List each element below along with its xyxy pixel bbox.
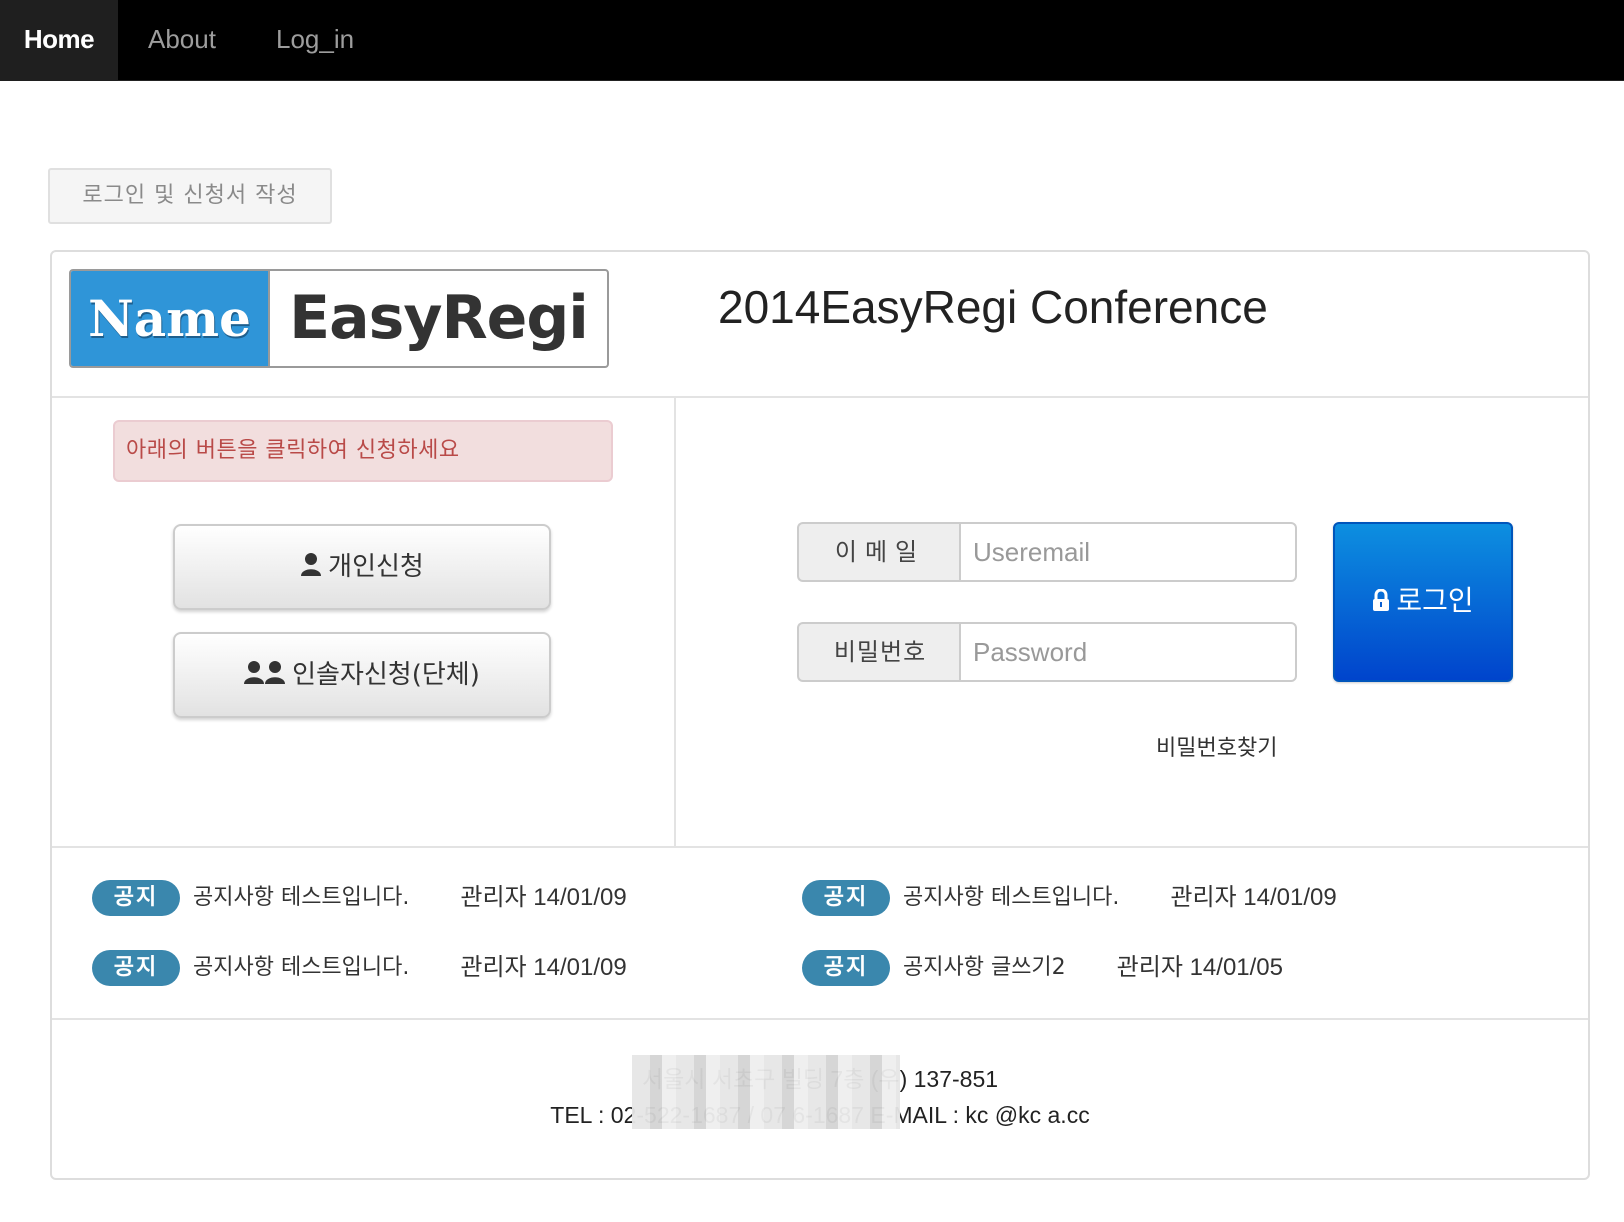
redacted-overlay	[632, 1055, 900, 1129]
logo-brand-text: EasyRegi	[289, 283, 589, 353]
notice-badge: 공지	[92, 880, 180, 916]
divider	[52, 846, 1588, 848]
login-button[interactable]: 로그인	[1333, 522, 1513, 682]
notice-title[interactable]: 공지사항 테스트입니다.	[193, 878, 409, 918]
logo-name-block: Name	[71, 271, 268, 366]
password-label: 비밀번호	[797, 622, 961, 682]
lock-icon	[1372, 525, 1390, 679]
top-navbar: Home About Log_in	[0, 0, 1624, 81]
easyregi-logo: Name EasyRegi	[69, 269, 609, 368]
section-label: 로그인 및 신청서 작성	[48, 168, 332, 224]
divider	[52, 396, 1588, 398]
personal-apply-button[interactable]: 개인신청	[173, 524, 551, 610]
notice-badge: 공지	[802, 880, 890, 916]
password-input[interactable]	[959, 622, 1297, 682]
nav-home[interactable]: Home	[0, 0, 118, 81]
notice-badge: 공지	[92, 950, 180, 986]
login-button-label: 로그인	[1396, 584, 1474, 617]
user-icon	[300, 527, 322, 609]
notice-title[interactable]: 공지사항 글쓰기2	[903, 948, 1066, 988]
nav-login[interactable]: Log_in	[276, 0, 354, 81]
email-label: 이메일	[797, 522, 961, 582]
divider	[52, 1018, 1588, 1020]
group-apply-button[interactable]: 인솔자신청(단체)	[173, 632, 551, 718]
notice-meta: 관리자 14/01/09	[460, 954, 627, 981]
notice-title[interactable]: 공지사항 테스트입니다.	[193, 948, 409, 988]
notice-meta: 관리자 14/01/09	[1170, 884, 1337, 911]
users-icon	[244, 635, 286, 717]
notice-meta: 관리자 14/01/05	[1116, 954, 1284, 981]
notice-item[interactable]: 공지 공지사항 테스트입니다. 관리자 14/01/09	[92, 878, 627, 918]
notice-title[interactable]: 공지사항 테스트입니다.	[903, 878, 1119, 918]
email-input[interactable]	[959, 522, 1297, 582]
conference-title: 2014EasyRegi Conference	[718, 281, 1268, 333]
notice-meta: 관리자 14/01/09	[460, 884, 627, 911]
group-apply-label: 인솔자신청(단체)	[292, 660, 480, 690]
vertical-divider	[674, 398, 676, 846]
personal-apply-label: 개인신청	[328, 552, 424, 582]
forgot-password-link[interactable]: 비밀번호찾기	[1156, 730, 1277, 762]
notice-item[interactable]: 공지 공지사항 테스트입니다. 관리자 14/01/09	[92, 948, 627, 988]
alert-message: 아래의 버튼을 클릭하여 신청하세요	[113, 420, 613, 482]
notice-badge: 공지	[802, 950, 890, 986]
notice-item[interactable]: 공지 공지사항 테스트입니다. 관리자 14/01/09	[802, 878, 1337, 918]
notice-item[interactable]: 공지 공지사항 글쓰기2 관리자 14/01/05	[802, 948, 1283, 988]
main-panel: Name EasyRegi 2014EasyRegi Conference 아래…	[50, 250, 1590, 1180]
nav-about[interactable]: About	[148, 0, 216, 81]
